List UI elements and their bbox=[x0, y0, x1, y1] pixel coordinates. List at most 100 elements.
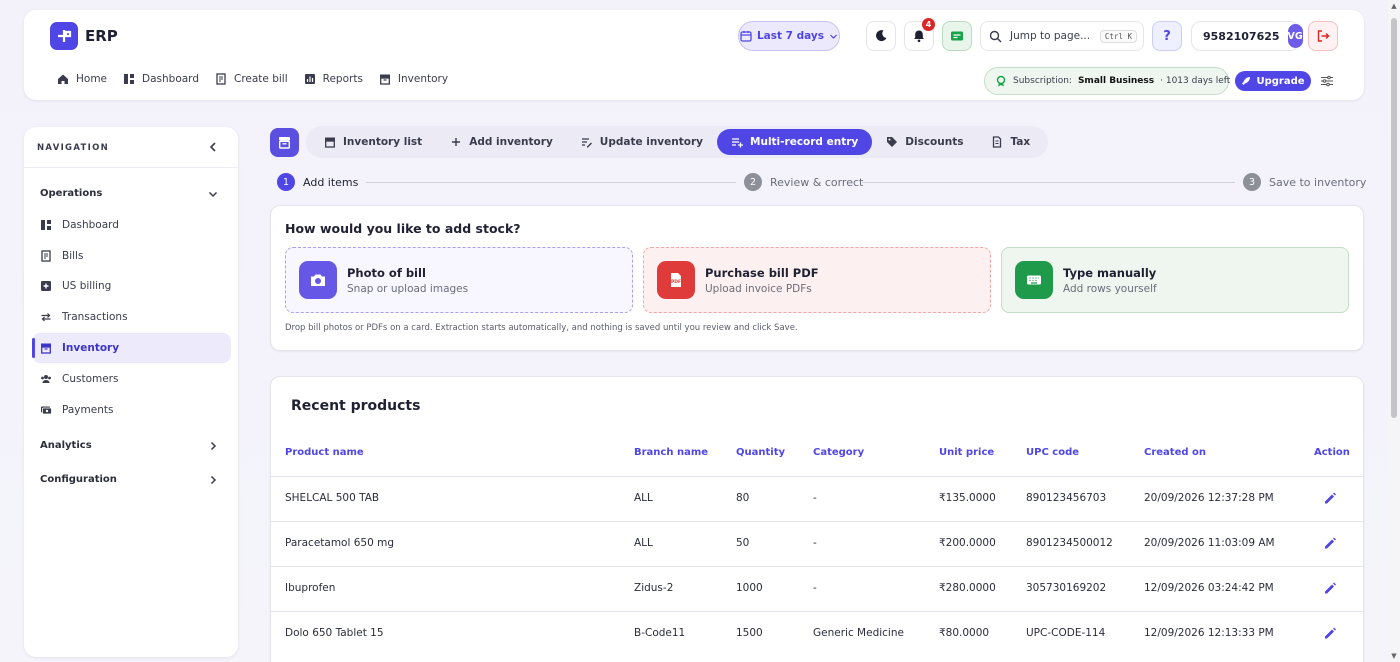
edit-icon[interactable] bbox=[1322, 490, 1338, 506]
subscription-days: · 1013 days left bbox=[1160, 76, 1231, 86]
chevron-right-icon[interactable] bbox=[208, 475, 218, 485]
help-button[interactable]: ? bbox=[1152, 21, 1182, 51]
step-number: 1 bbox=[277, 173, 295, 191]
step-add-items: 1 Add items bbox=[277, 173, 358, 191]
table-row[interactable]: Dolo 650 Tablet 15 B-Code11 1500 Generic… bbox=[271, 611, 1363, 656]
column-header[interactable]: Unit price bbox=[939, 447, 994, 458]
edit-list-icon bbox=[581, 138, 592, 148]
tab-inventory-list[interactable]: Inventory list bbox=[310, 129, 436, 155]
step-label: Save to inventory bbox=[1269, 175, 1367, 189]
section-analytics[interactable]: Analytics bbox=[40, 440, 92, 451]
option-subtitle: Snap or upload images bbox=[347, 282, 469, 295]
settings-sliders-icon[interactable] bbox=[1320, 74, 1334, 88]
tab-add-inventory[interactable]: Add inventory bbox=[436, 129, 567, 155]
topnav-label: Home bbox=[76, 73, 108, 85]
cell-upc-code: 305730169202 bbox=[1026, 582, 1107, 594]
cell-product-name: Dolo 650 Tablet 15 bbox=[285, 627, 384, 639]
topnav-create-bill[interactable]: Create bill bbox=[215, 73, 288, 85]
dark-mode-toggle[interactable] bbox=[866, 21, 896, 51]
photo-of-bill-option[interactable]: Photo of bill Snap or upload images bbox=[285, 247, 633, 313]
section-operations[interactable]: Operations bbox=[40, 188, 102, 199]
sidebar-item-label: Dashboard bbox=[62, 219, 119, 231]
chevron-right-icon[interactable] bbox=[208, 441, 218, 451]
billing-icon bbox=[951, 31, 963, 41]
cell-category: - bbox=[813, 537, 817, 549]
tab-update-inventory[interactable]: Update inventory bbox=[567, 129, 717, 155]
tab-discounts[interactable]: Discounts bbox=[872, 129, 977, 155]
sidebar-item-label: Transactions bbox=[62, 311, 128, 323]
table-row[interactable]: SHELCAL 500 TAB ALL 80 - ₹135.0000 89012… bbox=[271, 476, 1363, 521]
cell-created-on: 20/09/2026 12:37:28 PM bbox=[1144, 492, 1274, 504]
upgrade-button[interactable]: Upgrade bbox=[1235, 71, 1311, 91]
recent-products-card: Recent products Product name Branch name… bbox=[270, 376, 1364, 662]
cell-upc-code: 8901234500012 bbox=[1026, 537, 1113, 549]
topnav-dashboard[interactable]: Dashboard bbox=[123, 73, 199, 85]
topnav-inventory[interactable]: Inventory bbox=[379, 73, 448, 85]
cell-quantity: 1000 bbox=[736, 582, 763, 594]
table-row[interactable]: Paracetamol 650 mg ALL 50 - ₹200.0000 89… bbox=[271, 521, 1363, 566]
edit-icon[interactable] bbox=[1322, 535, 1338, 551]
subscription-status: Subscription: Small Business · 1013 days… bbox=[984, 67, 1231, 95]
tab-label: Update inventory bbox=[599, 136, 704, 148]
app-name: ERP bbox=[85, 27, 118, 45]
sidebar-item-dashboard[interactable]: Dashboard bbox=[32, 210, 231, 240]
option-title: Purchase bill PDF bbox=[705, 265, 819, 280]
billing-shortcut-button[interactable] bbox=[942, 21, 972, 51]
sidebar-item-inventory[interactable]: Inventory bbox=[32, 333, 231, 363]
cell-quantity: 1500 bbox=[736, 627, 763, 639]
column-header[interactable]: Quantity bbox=[736, 447, 785, 458]
column-header: Action bbox=[1314, 447, 1350, 458]
subscription-plan: Small Business bbox=[1077, 76, 1155, 86]
column-header[interactable]: Category bbox=[813, 447, 864, 458]
notification-badge: 4 bbox=[922, 18, 935, 31]
cell-created-on: 12/09/2026 03:24:42 PM bbox=[1144, 582, 1274, 594]
sidebar-item-transactions[interactable]: Transactions bbox=[32, 302, 231, 332]
collapse-sidebar-icon[interactable] bbox=[206, 140, 220, 154]
option-subtitle: Upload invoice PDFs bbox=[705, 282, 812, 295]
sidebar-item-bills[interactable]: Bills bbox=[32, 241, 231, 271]
tab-tax[interactable]: Tax bbox=[977, 129, 1044, 155]
jump-to-page-search[interactable]: Jump to page... Ctrl K bbox=[980, 21, 1144, 51]
user-menu[interactable]: 9582107625 VG bbox=[1191, 21, 1303, 51]
section-configuration[interactable]: Configuration bbox=[40, 474, 117, 485]
topnav-reports[interactable]: Reports bbox=[304, 73, 363, 85]
page-scrollbar[interactable]: ▲ ▼ bbox=[1388, 0, 1400, 662]
chevron-down-icon[interactable] bbox=[208, 189, 218, 199]
app-logo-icon[interactable] bbox=[50, 22, 78, 50]
scroll-down-icon[interactable]: ▼ bbox=[1390, 652, 1398, 660]
column-header[interactable]: Product name bbox=[285, 447, 364, 458]
cell-branch-name: B-Code11 bbox=[634, 627, 686, 639]
column-header[interactable]: Created on bbox=[1144, 447, 1206, 458]
column-header[interactable]: UPC code bbox=[1026, 447, 1079, 458]
topnav-home[interactable]: Home bbox=[57, 73, 107, 85]
topnav-label: Dashboard bbox=[142, 73, 199, 85]
cell-upc-code: 890123456703 bbox=[1026, 492, 1107, 504]
sidebar-item-label: Inventory bbox=[62, 342, 120, 354]
cell-product-name: SHELCAL 500 TAB bbox=[285, 492, 380, 504]
column-header[interactable]: Branch name bbox=[634, 447, 708, 458]
sidebar-item-payments[interactable]: Payments bbox=[32, 395, 231, 425]
edit-icon[interactable] bbox=[1322, 625, 1338, 641]
table-row[interactable]: Ibuprofen Zidus-2 1000 - ₹280.0000 30573… bbox=[271, 566, 1363, 611]
dashboard-icon bbox=[124, 74, 135, 84]
tab-multi-record-entry[interactable]: Multi-record entry bbox=[717, 129, 873, 155]
purchase-bill-pdf-option[interactable]: PDF Purchase bill PDF Upload invoice PDF… bbox=[643, 247, 991, 313]
type-manually-option[interactable]: Type manually Add rows yourself bbox=[1001, 247, 1349, 313]
date-range-dropdown[interactable]: Last 7 days bbox=[738, 21, 840, 51]
keyboard-shortcut: Ctrl K bbox=[1099, 29, 1137, 43]
sidebar-item-customers[interactable]: Customers bbox=[32, 364, 231, 394]
bills-icon bbox=[41, 250, 51, 262]
tab-label: Multi-record entry bbox=[750, 136, 859, 148]
cell-quantity: 80 bbox=[736, 492, 750, 504]
step-review-correct: 2 Review & correct bbox=[744, 173, 863, 191]
logout-button[interactable] bbox=[1308, 21, 1338, 51]
home-icon bbox=[58, 74, 68, 84]
scroll-up-icon[interactable]: ▲ bbox=[1390, 2, 1398, 10]
scrollbar-thumb[interactable] bbox=[1391, 18, 1397, 418]
tax-document-icon bbox=[993, 136, 1002, 148]
edit-icon[interactable] bbox=[1322, 580, 1338, 596]
inventory-tabs: Inventory list Add inventory Update inve… bbox=[306, 126, 1049, 158]
sidebar-item-us-billing[interactable]: US billing bbox=[32, 271, 231, 301]
notifications-button[interactable]: 4 bbox=[904, 18, 935, 51]
cell-category: Generic Medicine bbox=[813, 627, 904, 639]
